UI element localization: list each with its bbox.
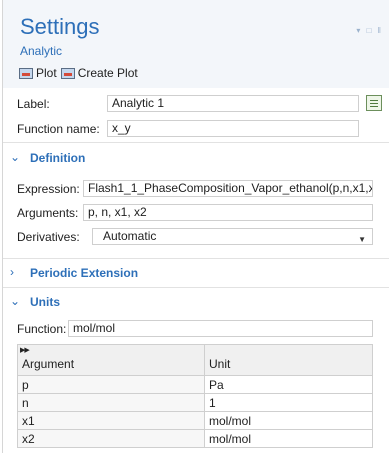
section-periodic-extension[interactable]: › Periodic Extension xyxy=(3,261,389,285)
toolbar: Plot Create Plot xyxy=(19,64,142,82)
argument-cell: p xyxy=(17,375,205,394)
table-row[interactable]: x2 mol/mol xyxy=(17,429,373,448)
divider xyxy=(3,258,389,259)
expression-field[interactable]: Flash1_1_PhaseComposition_Vapor_ethanol(… xyxy=(83,180,373,197)
arguments-field[interactable]: p, n, x1, x2 xyxy=(83,204,373,221)
settings-header: Settings Analytic ▾ □ ‖ Plot Create Plot xyxy=(3,0,389,88)
argument-cell: n xyxy=(17,393,205,412)
derivatives-value: Automatic xyxy=(103,229,157,243)
unit-cell[interactable]: 1 xyxy=(204,393,373,412)
argument-cell: x2 xyxy=(17,429,205,448)
argument-cell: x1 xyxy=(17,411,205,430)
chevron-right-icon: › xyxy=(10,265,14,279)
unit-cell[interactable]: mol/mol xyxy=(204,429,373,448)
table-row[interactable]: n 1 xyxy=(17,393,373,412)
unit-cell[interactable]: mol/mol xyxy=(204,411,373,430)
page-title: Settings xyxy=(20,14,100,39)
unit-cell[interactable]: Pa xyxy=(204,375,373,394)
derivatives-select[interactable]: Automatic ▼ xyxy=(92,228,373,245)
chevron-down-icon: ⌄ xyxy=(10,294,21,308)
create-plot-button[interactable]: Create Plot xyxy=(60,66,138,80)
expand-columns-icon[interactable]: ▶▶ xyxy=(20,346,30,354)
expression-caption: Expression: xyxy=(17,182,80,196)
plot-button-label: Plot xyxy=(36,66,57,80)
section-periodic-extension-title: Periodic Extension xyxy=(30,266,139,280)
create-plot-icon xyxy=(60,67,75,79)
window-controls[interactable]: ▾ □ ‖ xyxy=(356,26,383,35)
arguments-caption: Arguments: xyxy=(17,206,79,220)
dropdown-arrow-icon: ▼ xyxy=(358,235,366,244)
units-function-caption: Function: xyxy=(17,322,67,336)
section-units[interactable]: ⌄ Units xyxy=(3,290,389,314)
create-plot-button-label: Create Plot xyxy=(77,66,138,80)
function-name-caption: Function name: xyxy=(17,122,100,136)
chevron-down-icon: ⌄ xyxy=(10,150,21,164)
section-definition-title: Definition xyxy=(30,151,86,165)
divider xyxy=(3,142,389,143)
column-header-unit[interactable]: Unit xyxy=(204,344,373,376)
table-row[interactable]: x1 mol/mol xyxy=(17,411,373,430)
section-units-title: Units xyxy=(30,295,60,309)
function-name-field[interactable]: x_y xyxy=(107,120,359,137)
comment-icon[interactable] xyxy=(366,95,382,111)
label-field[interactable]: Analytic 1 xyxy=(107,95,359,112)
divider xyxy=(3,287,389,288)
section-definition[interactable]: ⌄ Definition xyxy=(3,146,389,170)
page-subtitle: Analytic xyxy=(20,44,63,58)
derivatives-caption: Derivatives: xyxy=(17,230,80,244)
plot-icon xyxy=(19,67,33,79)
plot-button[interactable]: Plot xyxy=(19,66,57,80)
table-row[interactable]: p Pa xyxy=(17,375,373,394)
label-caption: Label: xyxy=(17,97,50,111)
units-table: Argument Unit p Pa n 1 x1 mol/mol x2 mol… xyxy=(17,344,373,448)
column-header-argument[interactable]: Argument xyxy=(17,344,205,376)
settings-panel: Settings Analytic ▾ □ ‖ Plot Create Plot… xyxy=(0,0,389,453)
units-function-field[interactable]: mol/mol xyxy=(68,320,373,337)
